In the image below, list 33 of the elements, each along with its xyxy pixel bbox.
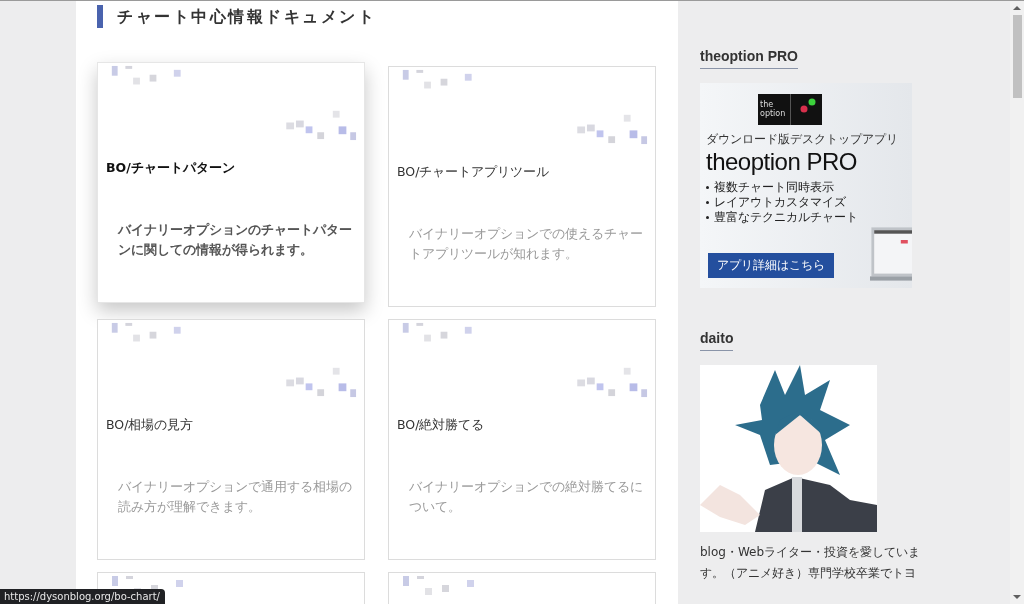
widget-title: daito	[700, 330, 734, 351]
article-card[interactable]: BO/絶対勝てる バイナリーオプションでの絶対勝てるについて。	[388, 319, 656, 560]
profile-bio: blog・Webライター・投資を愛していま す。（アニメ好き）専門学校卒業でトヨ	[700, 544, 922, 582]
card-title: BO/チャートアプリツール	[397, 164, 551, 181]
feature-item: 複数チャート同時表示	[714, 180, 834, 195]
section-heading: チャート中心情報ドキュメント	[97, 5, 678, 28]
widget-title: theoption PRO	[700, 48, 798, 69]
scrollbar[interactable]	[1010, 1, 1024, 604]
card-title: BO/チャートパターン	[106, 160, 236, 177]
details-button[interactable]: アプリ詳細はこちら	[708, 253, 834, 278]
article-card[interactable]: BO/相場の見方 バイナリーオプションで通用する相場の読み方が理解できます。	[97, 319, 365, 560]
card-title: BO/相場の見方	[106, 417, 195, 434]
banner-product: theoption PRO	[706, 148, 858, 176]
scroll-down-icon[interactable]	[1013, 594, 1021, 600]
bullet-icon	[706, 186, 709, 189]
scroll-up-icon[interactable]	[1013, 5, 1021, 11]
card-title: BO/絶対勝てる	[397, 417, 486, 434]
article-card[interactable]: BO/チャートパターン バイナリーオプションのチャートパターンに関しての情報が得られます。	[97, 62, 365, 303]
card-description: バイナリーオプションのチャートパターンに関しての情報が得られます。	[118, 221, 353, 259]
logo-text: the option	[758, 94, 791, 125]
card-description: バイナリーオプションでの使えるチャートアプリツールが知れます。	[409, 225, 644, 263]
banner-tagline: ダウンロード版デスクトップアプリ	[706, 131, 899, 148]
card-description: バイナリーオプションで通用する相場の読み方が理解できます。	[118, 478, 353, 516]
article-card[interactable]: BO/チャートアプリツール バイナリーオプションでの使えるチャートアプリツールが知れます。	[388, 66, 656, 307]
feature-item: 豊富なテクニカルチャート	[714, 210, 858, 225]
feature-item: レイアウトカスタマイズ	[714, 195, 846, 210]
ad-banner[interactable]: the option ダウンロード版デスクトップアプリ theoption PRO 複数チャート同時表示 レイアウトカスタマイズ 豊富なテクニカルチャート アプリ詳細はこちら	[700, 83, 912, 288]
status-url: https://dysonblog.org/bo-chart/	[0, 589, 165, 604]
bullet-icon	[706, 216, 709, 219]
laptop-drawing	[870, 226, 912, 282]
card-description: バイナリーオプションでの絶対勝てるについて。	[409, 478, 644, 516]
bullet-icon	[706, 201, 709, 204]
scroll-thumb[interactable]	[1012, 15, 1022, 98]
